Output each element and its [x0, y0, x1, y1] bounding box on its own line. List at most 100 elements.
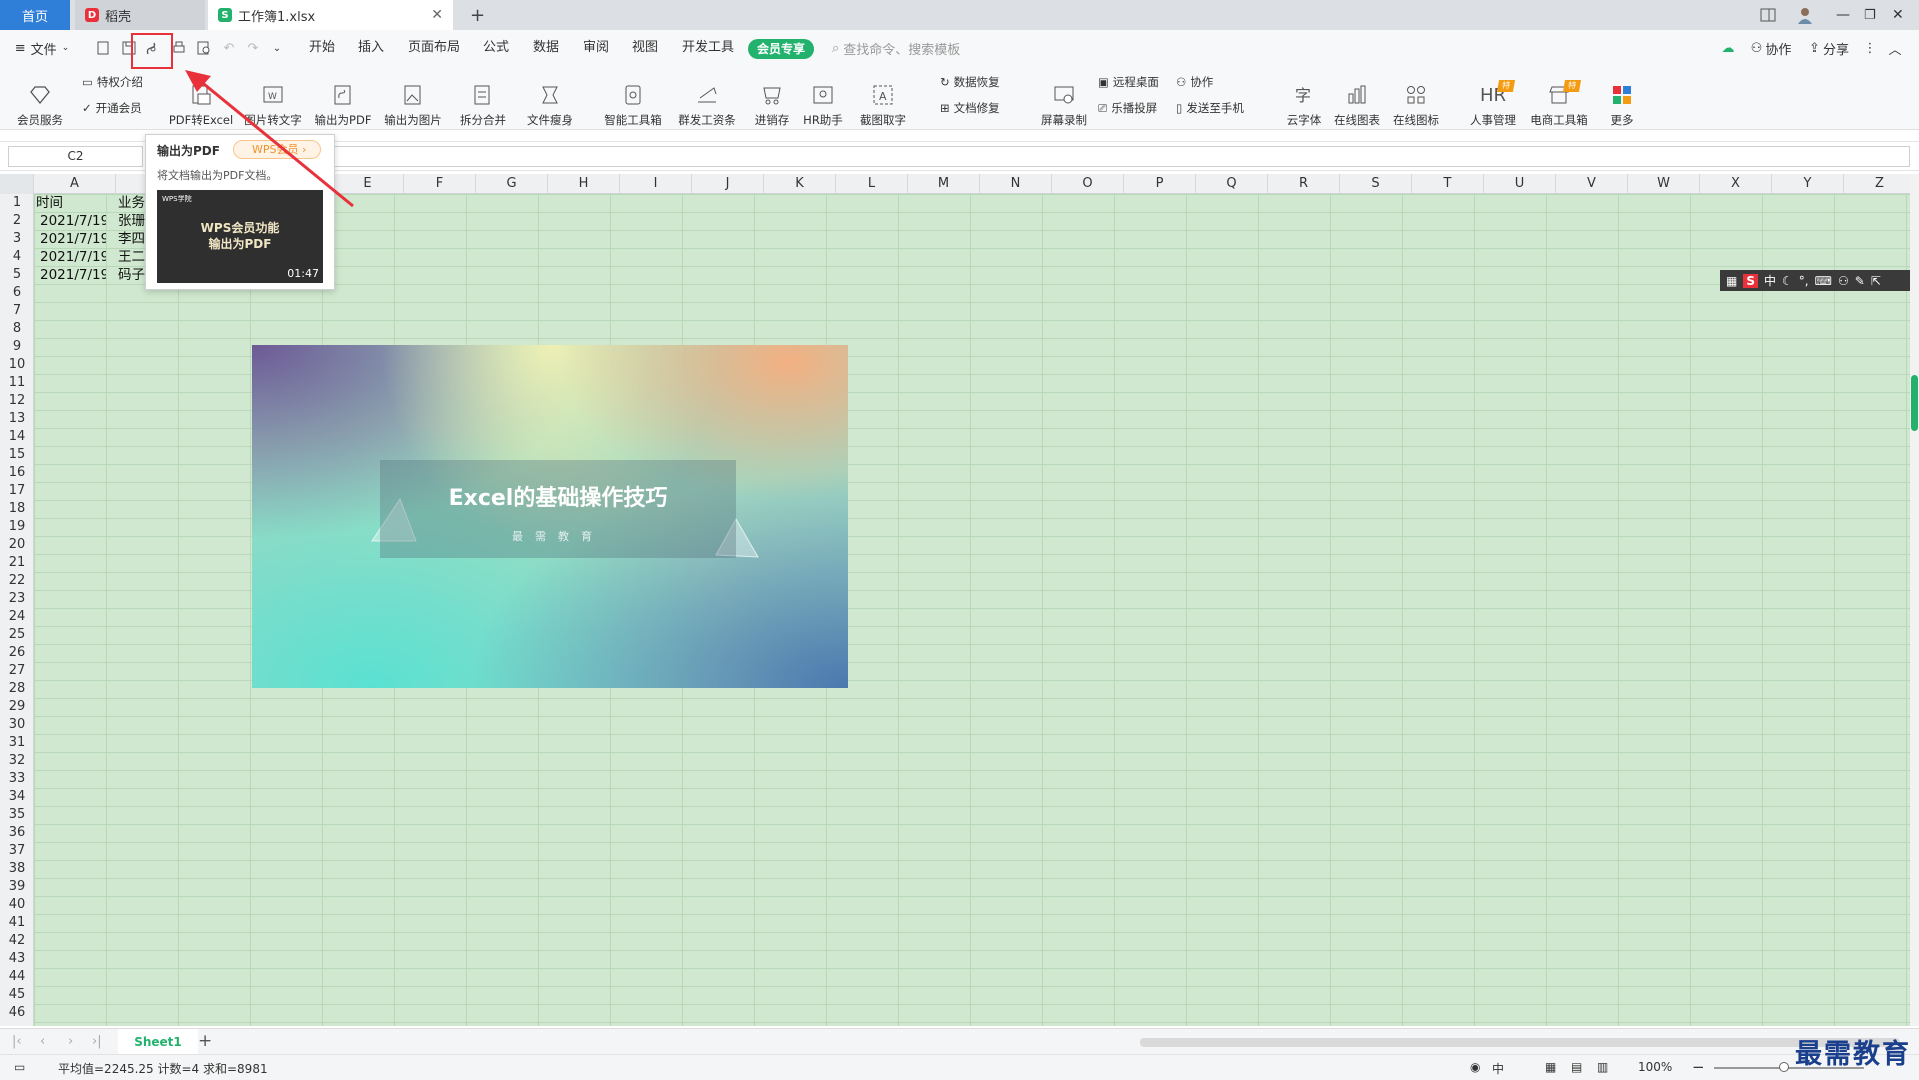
hr-assistant-button[interactable]: HR助手: [798, 70, 848, 128]
open-vip-button[interactable]: ✓ 开通会员: [82, 98, 142, 118]
column-header-u[interactable]: U: [1484, 174, 1556, 194]
horizontal-scrollbar[interactable]: [1140, 1038, 1900, 1047]
row-header-16[interactable]: 16: [0, 464, 34, 482]
first-sheet-icon[interactable]: |‹: [12, 1034, 22, 1049]
command-search[interactable]: ⌕ 查找命令、搜索模板: [832, 30, 982, 66]
row-header-28[interactable]: 28: [0, 680, 34, 698]
tab-formula[interactable]: 公式: [483, 30, 509, 66]
vertical-scroll-thumb[interactable]: [1911, 375, 1918, 431]
status-input-mode[interactable]: 中: [1492, 1060, 1504, 1077]
cell-B5[interactable]: 码子: [118, 266, 148, 284]
page-break-view-icon[interactable]: ▥: [1597, 1060, 1608, 1074]
expand-icon[interactable]: ⇱: [1871, 274, 1881, 288]
wrench-icon[interactable]: ✎: [1855, 274, 1865, 288]
cast-screen-button[interactable]: ⎚ 乐播投屏: [1098, 98, 1157, 118]
row-header-44[interactable]: 44: [0, 968, 34, 986]
row-header-32[interactable]: 32: [0, 752, 34, 770]
privilege-intro-button[interactable]: ▭ 特权介绍: [82, 72, 143, 92]
close-window-icon[interactable]: ✕: [1892, 0, 1916, 30]
row-header-23[interactable]: 23: [0, 590, 34, 608]
row-header-31[interactable]: 31: [0, 734, 34, 752]
cloud-font-button[interactable]: 字 云字体: [1280, 70, 1328, 128]
redo-icon[interactable]: ↷: [242, 30, 264, 66]
customize-toolbar-icon[interactable]: ⌄: [266, 30, 288, 66]
add-sheet-button[interactable]: +: [198, 1031, 212, 1051]
hr-manage-button[interactable]: HR 特 人事管理: [1466, 70, 1520, 128]
tab-start[interactable]: 开始: [309, 30, 335, 66]
sheet-tab-sheet1[interactable]: Sheet1: [118, 1029, 198, 1055]
online-chart-button[interactable]: 在线图表: [1330, 70, 1384, 128]
row-header-36[interactable]: 36: [0, 824, 34, 842]
column-header-p[interactable]: P: [1124, 174, 1196, 194]
column-header-m[interactable]: M: [908, 174, 980, 194]
row-header-40[interactable]: 40: [0, 896, 34, 914]
cell-B1[interactable]: 业务: [118, 194, 148, 212]
column-header-w[interactable]: W: [1628, 174, 1700, 194]
tab-review[interactable]: 审阅: [583, 30, 609, 66]
send-phone-button[interactable]: ▯ 发送至手机: [1176, 98, 1244, 118]
column-header-y[interactable]: Y: [1772, 174, 1844, 194]
cell-B2[interactable]: 张珊: [118, 212, 148, 230]
cell-A4[interactable]: 2021/7/19: [40, 248, 106, 266]
remote-desktop-button[interactable]: ▣ 远程桌面: [1098, 72, 1159, 92]
new-tab-button[interactable]: +: [460, 0, 495, 30]
row-header-13[interactable]: 13: [0, 410, 34, 428]
tab-developer[interactable]: 开发工具: [682, 30, 734, 66]
share-button[interactable]: ⇪ 分享: [1803, 30, 1855, 66]
collab-button[interactable]: ⚇ 协作: [1745, 30, 1797, 66]
tab-vip[interactable]: 会员专享: [748, 39, 814, 59]
zoom-level[interactable]: 100%: [1638, 1060, 1672, 1074]
column-header-n[interactable]: N: [980, 174, 1052, 194]
cell-A3[interactable]: 2021/7/19: [40, 230, 106, 248]
avatar[interactable]: [1796, 0, 1822, 30]
row-header-12[interactable]: 12: [0, 392, 34, 410]
row-header-24[interactable]: 24: [0, 608, 34, 626]
cloud-sync-icon[interactable]: ☁: [1717, 30, 1739, 66]
close-tab-icon[interactable]: ✕: [431, 7, 443, 23]
more-options-icon[interactable]: ⋮: [1862, 30, 1878, 66]
next-sheet-icon[interactable]: ›: [68, 1034, 73, 1049]
column-header-r[interactable]: R: [1268, 174, 1340, 194]
row-header-37[interactable]: 37: [0, 842, 34, 860]
row-header-9[interactable]: 9: [0, 338, 34, 356]
row-header-18[interactable]: 18: [0, 500, 34, 518]
row-header-39[interactable]: 39: [0, 878, 34, 896]
tab-insert[interactable]: 插入: [358, 30, 384, 66]
more-button[interactable]: 更多: [1604, 70, 1640, 128]
row-header-4[interactable]: 4: [0, 248, 34, 266]
online-icon-button[interactable]: 在线图标: [1388, 70, 1444, 128]
screenshot-ocr-button[interactable]: A 截图取字: [852, 70, 914, 128]
column-header-s[interactable]: S: [1340, 174, 1412, 194]
row-header-11[interactable]: 11: [0, 374, 34, 392]
cell-B3[interactable]: 李四: [118, 230, 148, 248]
file-menu-button[interactable]: ≡ 文件 ⌄: [12, 30, 72, 66]
status-monitor-icon[interactable]: ▭: [14, 1060, 25, 1074]
collab-ribbon-button[interactable]: ⚇ 协作: [1176, 72, 1213, 92]
column-header-l[interactable]: L: [836, 174, 908, 194]
eye-protect-icon[interactable]: ◉: [1470, 1060, 1480, 1074]
row-header-34[interactable]: 34: [0, 788, 34, 806]
row-header-21[interactable]: 21: [0, 554, 34, 572]
undo-icon[interactable]: ↶: [218, 30, 240, 66]
row-header-43[interactable]: 43: [0, 950, 34, 968]
split-merge-button[interactable]: 拆分合并: [450, 70, 516, 128]
print-preview-icon[interactable]: [193, 30, 215, 66]
page-layout-view-icon[interactable]: ▤: [1571, 1060, 1582, 1074]
row-header-45[interactable]: 45: [0, 986, 34, 1004]
column-header-t[interactable]: T: [1412, 174, 1484, 194]
cell-A5[interactable]: 2021/7/19: [40, 266, 106, 284]
row-header-14[interactable]: 14: [0, 428, 34, 446]
mass-pay-button[interactable]: 群发工资条: [672, 70, 742, 128]
row-header-25[interactable]: 25: [0, 626, 34, 644]
tab-daoke[interactable]: D 稻壳: [75, 0, 205, 30]
export-image-button[interactable]: 输出为图片: [380, 70, 446, 128]
row-header-29[interactable]: 29: [0, 698, 34, 716]
column-header-h[interactable]: H: [548, 174, 620, 194]
cell-A2[interactable]: 2021/7/19: [40, 212, 106, 230]
row-header-10[interactable]: 10: [0, 356, 34, 374]
banner-image[interactable]: Excel的基础操作技巧 最需教育: [252, 345, 848, 688]
column-header-g[interactable]: G: [476, 174, 548, 194]
row-header-15[interactable]: 15: [0, 446, 34, 464]
row-header-1[interactable]: 1: [0, 194, 34, 212]
zoom-out-icon[interactable]: −: [1692, 1058, 1705, 1076]
